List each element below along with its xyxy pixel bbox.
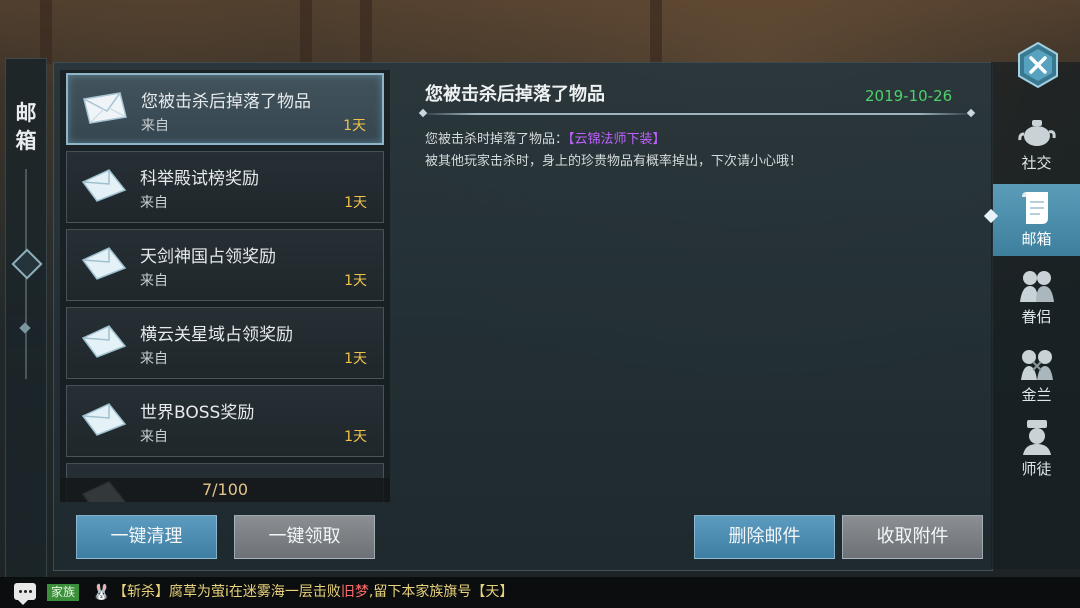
chat-message: 【斩杀】腐草为萤i在迷雾海一层击败旧梦,留下本家族旗号【天】 (113, 577, 513, 608)
diamond-dot-icon (19, 322, 31, 334)
diamond-ornament-icon (11, 248, 43, 280)
detail-date: 2019-10-26 (865, 87, 953, 105)
tab-social[interactable]: 社交 (993, 108, 1080, 180)
envelope-icon (81, 403, 127, 436)
detail-item-link[interactable]: 【云锦法师下装】 (568, 132, 666, 147)
mail-item-4[interactable]: 世界BOSS奖励 来自 1天 (66, 385, 384, 457)
chat-player-name[interactable]: 旧梦 (341, 584, 369, 600)
mail-from: 来自 (141, 118, 169, 134)
tab-label: 眷侣 (1021, 308, 1052, 326)
clear-all-button[interactable]: 一键清理 (76, 515, 217, 559)
left-tab-title: 邮箱 (15, 101, 37, 153)
tab-label: 金兰 (1021, 386, 1052, 404)
mail-item-3[interactable]: 横云关星域占领奖励 来自 1天 (66, 307, 384, 379)
mail-count: 7/100 (60, 478, 390, 502)
rabbit-icon: 🐰 (92, 583, 111, 601)
envelope-icon (83, 92, 127, 124)
background-tree (650, 0, 662, 64)
couple-icon (1020, 271, 1054, 302)
tab-label: 师徒 (1021, 460, 1052, 478)
left-mailbox-tab: 邮箱 (5, 58, 47, 580)
detail-body-line2: 被其他玩家击杀时，身上的珍贵物品有概率掉出，下次请小心哦！ (425, 154, 803, 169)
mail-subject: 天剑神国占领奖励 (140, 247, 276, 267)
mail-days: 1天 (344, 429, 367, 445)
mail-list[interactable]: 您被击杀后掉落了物品 来自 1天 科举殿试榜奖励 来自 1天 天剑神国占领奖励 … (60, 70, 390, 502)
tab-sworn-siblings[interactable]: 金兰 (993, 340, 1080, 412)
mail-from: 来自 (140, 273, 168, 289)
mail-subject: 横云关星域占领奖励 (140, 325, 293, 345)
chat-message-part: ,留下本家族旗号【天】 (368, 584, 514, 600)
detail-separator (420, 113, 974, 115)
chat-channel-badge: 家族 (47, 584, 80, 601)
mail-subject: 科举殿试榜奖励 (140, 169, 259, 189)
collect-attachment-button[interactable]: 收取附件 (842, 515, 983, 559)
mail-days: 1天 (344, 195, 367, 211)
background-tree (360, 0, 372, 64)
tab-master-disciple[interactable]: 师徒 (993, 414, 1080, 486)
detail-body-prefix: 您被击杀时掉落了物品： (425, 132, 569, 147)
mail-days: 1天 (344, 351, 367, 367)
sworn-siblings-icon (1021, 350, 1053, 380)
chat-message-part: 【斩杀】腐草为萤i在迷雾海一层击败 (113, 584, 341, 600)
background-tree (300, 0, 312, 64)
chat-bar[interactable]: 家族 🐰 【斩杀】腐草为萤i在迷雾海一层击败旧梦,留下本家族旗号【天】 (0, 577, 1080, 608)
mail-scroll-icon (1022, 192, 1048, 224)
detail-body-line1: 您被击杀时掉落了物品：【云锦法师下装】 (425, 128, 666, 147)
teapot-icon (1018, 120, 1056, 146)
tab-couple[interactable]: 眷侣 (993, 262, 1080, 334)
claim-all-button[interactable]: 一键领取 (234, 515, 375, 559)
mail-item-1[interactable]: 科举殿试榜奖励 来自 1天 (66, 151, 384, 223)
mail-item-2[interactable]: 天剑神国占领奖励 来自 1天 (66, 229, 384, 301)
mail-subject: 世界BOSS奖励 (140, 403, 255, 423)
tab-label: 邮箱 (1021, 230, 1052, 248)
envelope-icon (81, 169, 127, 202)
mail-subject: 您被击杀后掉落了物品 (141, 92, 311, 112)
mail-from: 来自 (140, 195, 168, 211)
envelope-icon (81, 247, 127, 280)
mail-days: 1天 (343, 118, 366, 134)
background-tree (40, 0, 52, 64)
mail-from: 来自 (140, 429, 168, 445)
mail-item-0[interactable]: 您被击杀后掉落了物品 来自 1天 (66, 73, 384, 145)
chat-bubble-icon[interactable] (14, 583, 36, 605)
delete-mail-button[interactable]: 删除邮件 (694, 515, 835, 559)
tab-mailbox[interactable]: 邮箱 (993, 184, 1080, 256)
envelope-icon (81, 325, 127, 358)
mail-from: 来自 (140, 351, 168, 367)
tab-label: 社交 (1021, 154, 1052, 172)
detail-title: 您被击杀后掉落了物品 (425, 84, 605, 105)
close-icon[interactable] (1017, 42, 1059, 88)
mail-days: 1天 (344, 273, 367, 289)
master-disciple-icon (1023, 420, 1051, 455)
